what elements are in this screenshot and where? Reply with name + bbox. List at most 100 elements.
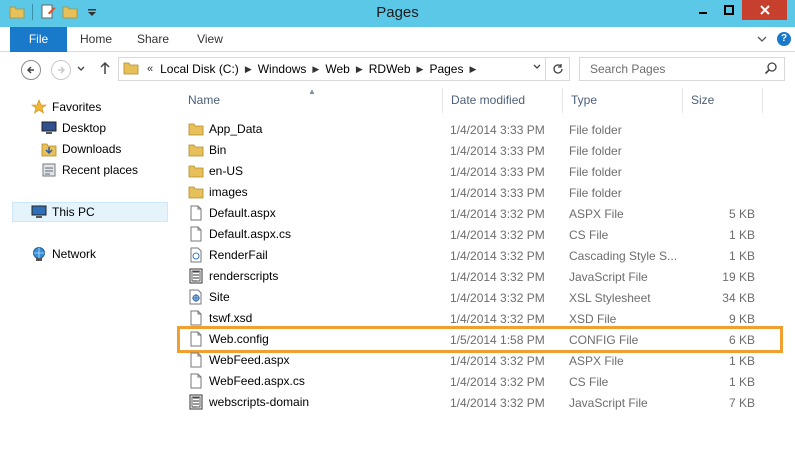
downloads-icon xyxy=(40,141,58,157)
breadcrumb-rdweb[interactable]: RDWeb xyxy=(366,62,414,76)
file-row[interactable]: tswf.xsd 1/4/2014 3:32 PM XSD File 9 KB xyxy=(180,308,763,329)
nav-downloads-label: Downloads xyxy=(62,142,122,156)
navigation-bar: « Local Disk (C:) ▶ Windows ▶ Web ▶ RDWe… xyxy=(0,52,795,88)
file-name-cell: Bin xyxy=(188,142,226,158)
file-name: WebFeed.aspx xyxy=(209,353,290,367)
search-input[interactable] xyxy=(590,62,760,76)
tab-home[interactable]: Home xyxy=(70,27,122,52)
file-row[interactable]: Bin 1/4/2014 3:33 PM File folder xyxy=(180,140,763,161)
nav-favorites[interactable]: Favorites xyxy=(30,97,198,117)
tab-view[interactable]: View xyxy=(184,27,236,52)
file-row[interactable]: Site 1/4/2014 3:32 PM XSL Stylesheet 34 KB xyxy=(180,287,763,308)
help-icon[interactable]: ? xyxy=(777,32,791,46)
search-icon[interactable] xyxy=(764,61,778,78)
file-type: File folder xyxy=(569,186,622,200)
tab-file[interactable]: File xyxy=(10,27,67,52)
folder-icon xyxy=(188,163,204,179)
file-name: RenderFail xyxy=(209,248,268,262)
computer-icon xyxy=(30,204,48,220)
file-type: ASPX File xyxy=(569,354,624,368)
file-name: App_Data xyxy=(209,122,263,136)
file-type: CS File xyxy=(569,228,609,242)
file-row-highlighted[interactable]: Web.config 1/5/2014 1:58 PM CONFIG File 6 K… xyxy=(177,326,783,353)
column-size[interactable]: Size xyxy=(683,88,763,113)
document-icon xyxy=(188,226,204,242)
file-size: 1 KB xyxy=(728,354,755,368)
breadcrumb-windows[interactable]: Windows xyxy=(255,62,310,76)
column-name[interactable]: Name xyxy=(180,88,443,113)
file-row[interactable]: Default.aspx.cs 1/4/2014 3:32 PM CS File 1 … xyxy=(180,224,763,245)
file-row[interactable]: Default.aspx 1/4/2014 3:32 PM ASPX File 5 K… xyxy=(180,203,763,224)
breadcrumb-local-disk[interactable]: Local Disk (C:) xyxy=(157,62,242,76)
file-name: tswf.xsd xyxy=(209,311,253,325)
file-name: Site xyxy=(209,290,230,304)
breadcrumb-pages[interactable]: Pages xyxy=(426,62,466,76)
address-bar[interactable]: « Local Disk (C:) ▶ Windows ▶ Web ▶ RDWe… xyxy=(118,57,570,81)
refresh-icon[interactable] xyxy=(545,58,569,80)
maximize-button[interactable] xyxy=(716,0,742,20)
file-type: JavaScript File xyxy=(569,396,648,410)
file-date: 1/4/2014 3:32 PM xyxy=(450,228,545,242)
file-name-cell: Site xyxy=(188,289,230,305)
nav-this-pc-label: This PC xyxy=(52,205,95,219)
title-bar: Pages xyxy=(0,0,795,27)
file-type: XSD File xyxy=(569,312,617,326)
file-row[interactable]: RenderFail 1/4/2014 3:32 PM Cascading Styl… xyxy=(180,245,763,266)
column-date-modified[interactable]: Date modified xyxy=(443,88,563,113)
nav-network[interactable]: Network xyxy=(30,244,198,264)
file-date: 1/4/2014 3:32 PM xyxy=(450,375,545,389)
up-button[interactable] xyxy=(99,61,111,79)
breadcrumb-web[interactable]: Web xyxy=(322,62,352,76)
star-icon xyxy=(30,99,48,115)
file-row[interactable]: renderscripts 1/4/2014 3:32 PM JavaScript … xyxy=(180,266,763,287)
nav-recent-places-label: Recent places xyxy=(62,163,139,177)
nav-desktop-label: Desktop xyxy=(62,121,107,135)
file-name-cell: Web.config xyxy=(188,331,269,347)
file-type: File folder xyxy=(569,123,622,137)
file-row[interactable]: WebFeed.aspx.cs 1/4/2014 3:32 PM CS File 1 … xyxy=(180,371,763,392)
navigation-pane: Favorites Desktop Downloads Recent place… xyxy=(0,88,176,457)
overflow-chevron[interactable]: « xyxy=(147,63,153,75)
file-name-cell: renderscripts xyxy=(188,268,278,284)
file-date: 1/4/2014 3:32 PM xyxy=(450,270,545,284)
close-button[interactable] xyxy=(742,0,787,20)
file-name: WebFeed.aspx.cs xyxy=(209,374,305,388)
tab-share[interactable]: Share xyxy=(127,27,179,52)
file-row[interactable]: webscripts-domain 1/4/2014 3:32 PM JavaScr… xyxy=(180,392,763,413)
file-row[interactable]: en-US 1/4/2014 3:33 PM File folder xyxy=(180,161,763,182)
file-row[interactable]: App_Data 1/4/2014 3:33 PM File folder xyxy=(180,119,763,140)
file-name-cell: webscripts-domain xyxy=(188,394,309,410)
address-dropdown-icon[interactable] xyxy=(533,62,541,72)
file-name: renderscripts xyxy=(209,269,279,283)
file-name-cell: tswf.xsd xyxy=(188,310,252,326)
search-box[interactable] xyxy=(579,57,785,81)
forward-button[interactable] xyxy=(51,60,71,80)
file-name-cell: images xyxy=(188,184,248,200)
desktop-icon xyxy=(40,120,58,136)
file-size: 1 KB xyxy=(728,375,755,389)
folder-icon xyxy=(188,184,204,200)
nav-this-pc[interactable]: This PC xyxy=(12,202,168,222)
file-size: 9 KB xyxy=(728,312,755,326)
chevron-right-icon[interactable]: ▶ xyxy=(353,64,366,75)
back-button[interactable] xyxy=(21,60,41,80)
nav-network-label: Network xyxy=(52,247,97,261)
recent-locations-icon[interactable] xyxy=(77,65,85,74)
chevron-right-icon[interactable]: ▶ xyxy=(414,64,427,75)
chevron-right-icon[interactable]: ▶ xyxy=(242,64,255,75)
file-row[interactable]: WebFeed.aspx 1/4/2014 3:32 PM ASPX File 1 K… xyxy=(180,350,763,371)
file-type: XSL Stylesheet xyxy=(569,291,651,305)
file-name: webscripts-domain xyxy=(209,395,310,409)
folder-icon xyxy=(123,61,139,78)
expand-ribbon-icon[interactable] xyxy=(757,32,767,46)
file-list: ▲ Name Date modified Type Size App_Data 1… xyxy=(177,87,795,457)
column-type[interactable]: Type xyxy=(563,88,683,113)
file-date: 1/4/2014 3:32 PM xyxy=(450,354,545,368)
file-type: File folder xyxy=(569,144,622,158)
file-row[interactable]: images 1/4/2014 3:33 PM File folder xyxy=(180,182,763,203)
minimize-button[interactable] xyxy=(690,0,716,20)
window-controls xyxy=(690,0,787,20)
chevron-right-icon[interactable]: ▶ xyxy=(309,64,322,75)
folder-icon xyxy=(188,121,204,137)
chevron-right-icon[interactable]: ▶ xyxy=(466,64,479,75)
